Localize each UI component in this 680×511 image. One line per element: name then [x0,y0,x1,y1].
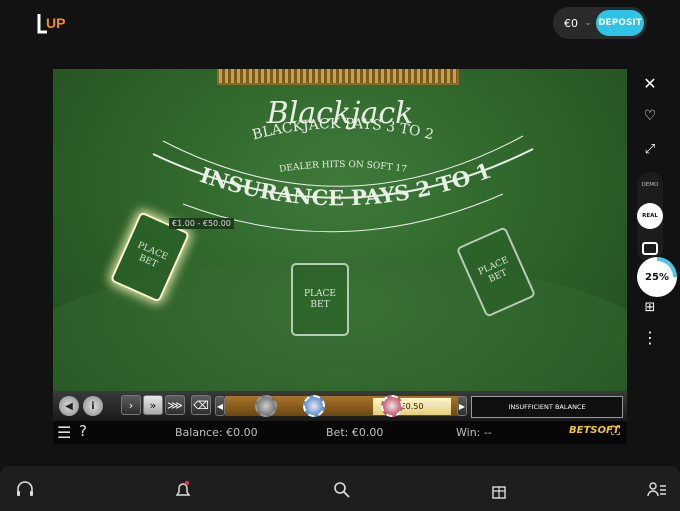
chip-next-button[interactable]: ▶ [457,396,467,416]
bet-limits-tooltip: €1.00 - €50.00 [169,218,234,229]
site-logo[interactable]: UP [37,12,71,36]
chip-red[interactable] [381,395,403,417]
chevron-left-icon: ◀ [216,401,224,411]
info-icon: i [91,400,95,412]
fastest-forward-icon: ⋙ [167,398,183,412]
chevron-down-icon[interactable]: ⌄ [584,18,592,28]
speaker-icon: ◀ [65,400,73,412]
deposit-button[interactable]: DEPOSIT [596,10,644,36]
undo-icon: ⌫ [193,398,209,412]
support-icon[interactable] [14,480,36,500]
fullscreen-exit-icon[interactable]: ⛶ [611,424,620,439]
heart-icon[interactable]: ♡ [640,108,660,124]
info-button[interactable]: i [83,396,103,416]
close-icon[interactable]: ✕ [640,74,660,93]
progress-percent: 25% [641,261,673,293]
logo-mark: UP [37,14,65,34]
wallet-widget[interactable]: €0 ⌄ DEPOSIT [553,7,647,39]
mode-real[interactable]: REAL [637,203,663,229]
status-win: Win: -- [456,426,492,439]
balance-display[interactable]: €0 [564,17,578,30]
fast-forward-icon: » [149,398,157,412]
hamburger-menu-icon[interactable]: ☰ [57,423,71,442]
chip-next-value: €1.00 [425,401,448,410]
status-balance: Balance: €0.00 [175,426,258,439]
speed-normal-button[interactable]: › [121,395,141,415]
more-options-icon[interactable]: ⋮ [640,330,660,346]
svg-text:DEALER HITS ON SOFT 17: DEALER HITS ON SOFT 17 [279,160,408,175]
svg-text:BLACKJACK PAYS 3 TO 2: BLACKJACK PAYS 3 TO 2 [251,116,436,143]
search-icon[interactable] [331,480,353,500]
chip-disabled[interactable] [255,395,277,417]
bet-spot-center[interactable]: PLACE BET [291,263,349,336]
clear-bets-button[interactable]: ⌫ [191,395,211,415]
mode-switch[interactable]: DEMO REAL [637,172,663,262]
menu-icon[interactable] [646,480,668,500]
chip-selector: €0.50 €1.00 [225,395,463,417]
chip-blue[interactable] [303,395,325,417]
mode-demo[interactable]: DEMO [637,182,663,188]
expand-icon[interactable]: ⤢ [640,142,660,157]
arc-text-dealer: DEALER HITS ON SOFT 17 [279,160,408,175]
chat-icon[interactable] [642,242,658,255]
gift-icon[interactable] [488,480,510,500]
speed-faster-button[interactable]: ⋙ [165,395,185,415]
svg-text:UP: UP [46,15,65,31]
help-icon[interactable]: ? [79,422,87,440]
grid-icon[interactable]: ⊞ [640,300,660,315]
play-icon: › [128,398,134,412]
game-status-bar: ☰ ? Balance: €0.00 Bet: €0.00 Win: -- BE… [53,421,627,444]
notifications-icon[interactable] [172,480,194,500]
chip-prev-button[interactable]: ◀ [215,396,225,416]
arc-text-blackjack: BLACKJACK PAYS 3 TO 2 [251,116,436,143]
speed-fast-button[interactable]: » [143,395,163,415]
insufficient-balance-message: INSUFFICIENT BALANCE [471,396,623,418]
progress-ring[interactable]: 25% [637,257,677,297]
status-bet: Bet: €0.00 [326,426,384,439]
game-frame[interactable]: Blackjack BLACKJACK PAYS 3 TO 2 DEALER H… [53,69,627,444]
sound-button[interactable]: ◀ [59,396,79,416]
game-control-bar: ◀ i › » ⋙ ⌫ ◀ €0.50 €1.00 ▶ INSUFFICIENT… [53,391,627,421]
chevron-right-icon: ▶ [458,401,466,411]
